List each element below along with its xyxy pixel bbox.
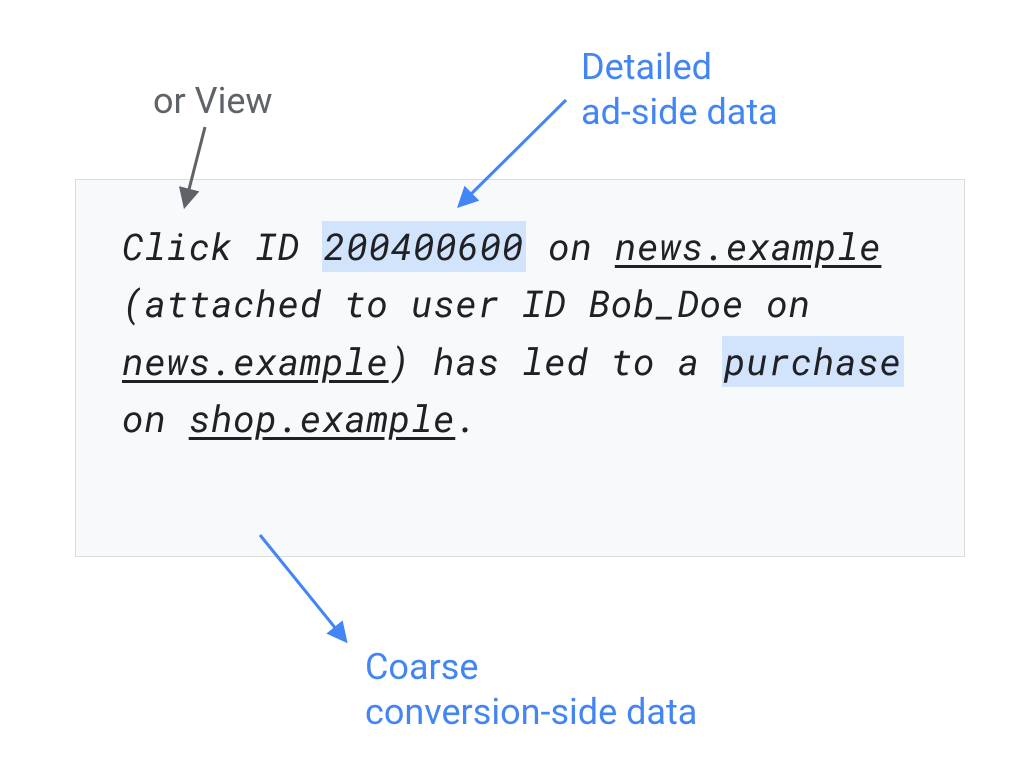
site-news-1: news.example [615, 222, 882, 271]
site-shop: shop.example [189, 394, 456, 443]
attribution-report-box: Click ID 200400600 on news.example (atta… [75, 179, 965, 557]
purchase-highlight: purchase [722, 336, 904, 387]
diagram-canvas: or View Detailed ad-side data Click ID 2… [0, 0, 1036, 770]
annotation-coarse-text: Coarse conversion-side data [365, 646, 697, 733]
report-text-part5: on [122, 394, 189, 443]
report-text-part4: ) has led to a [389, 337, 722, 386]
site-news-2: news.example [122, 337, 389, 386]
annotation-coarse: Coarse conversion-side data [365, 645, 805, 735]
report-text-part2: on [526, 222, 615, 271]
report-text-part6: . [455, 394, 477, 443]
annotation-detailed: Detailed ad-side data [581, 45, 881, 135]
click-id-highlight: 200400600 [322, 221, 526, 272]
annotation-detailed-line1: Detailed ad-side data [581, 46, 778, 133]
report-text-part3: (attached to user ID Bob_Doe on [122, 279, 811, 328]
annotation-view: or View [153, 79, 272, 124]
report-text-part1: Click ID [122, 222, 322, 271]
